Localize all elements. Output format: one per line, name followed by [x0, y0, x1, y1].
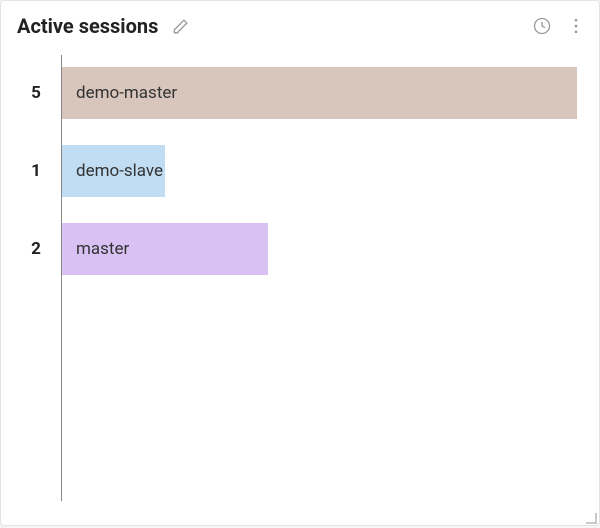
bar-demo-master[interactable]: demo-master	[62, 67, 577, 119]
panel-header: Active sessions	[1, 1, 599, 47]
bar-demo-slave[interactable]: demo-slave	[62, 145, 165, 197]
clock-icon[interactable]	[531, 15, 553, 37]
chart-row: 1demo-slave	[62, 145, 577, 197]
bar-value-label: 1	[18, 145, 62, 197]
more-vert-icon[interactable]	[565, 15, 587, 37]
chart-row: 2master	[62, 223, 577, 275]
panel-title: Active sessions	[17, 16, 158, 36]
bar-value-label: 5	[18, 67, 62, 119]
panel-active-sessions: Active sessions 5demo-master1demo	[0, 0, 600, 526]
bar-master[interactable]: master	[62, 223, 268, 275]
bar-category-label: demo-slave	[76, 161, 163, 181]
resize-handle-icon[interactable]	[583, 509, 597, 523]
pencil-icon[interactable]	[170, 15, 192, 37]
chart-row: 5demo-master	[62, 67, 577, 119]
chart-area: 5demo-master1demo-slave2master	[1, 47, 599, 525]
bar-category-label: demo-master	[76, 83, 177, 103]
chart-plot: 5demo-master 1demo-slave 2master	[61, 55, 577, 501]
bar-category-label: master	[76, 239, 129, 259]
bar-value-label: 2	[18, 223, 62, 275]
